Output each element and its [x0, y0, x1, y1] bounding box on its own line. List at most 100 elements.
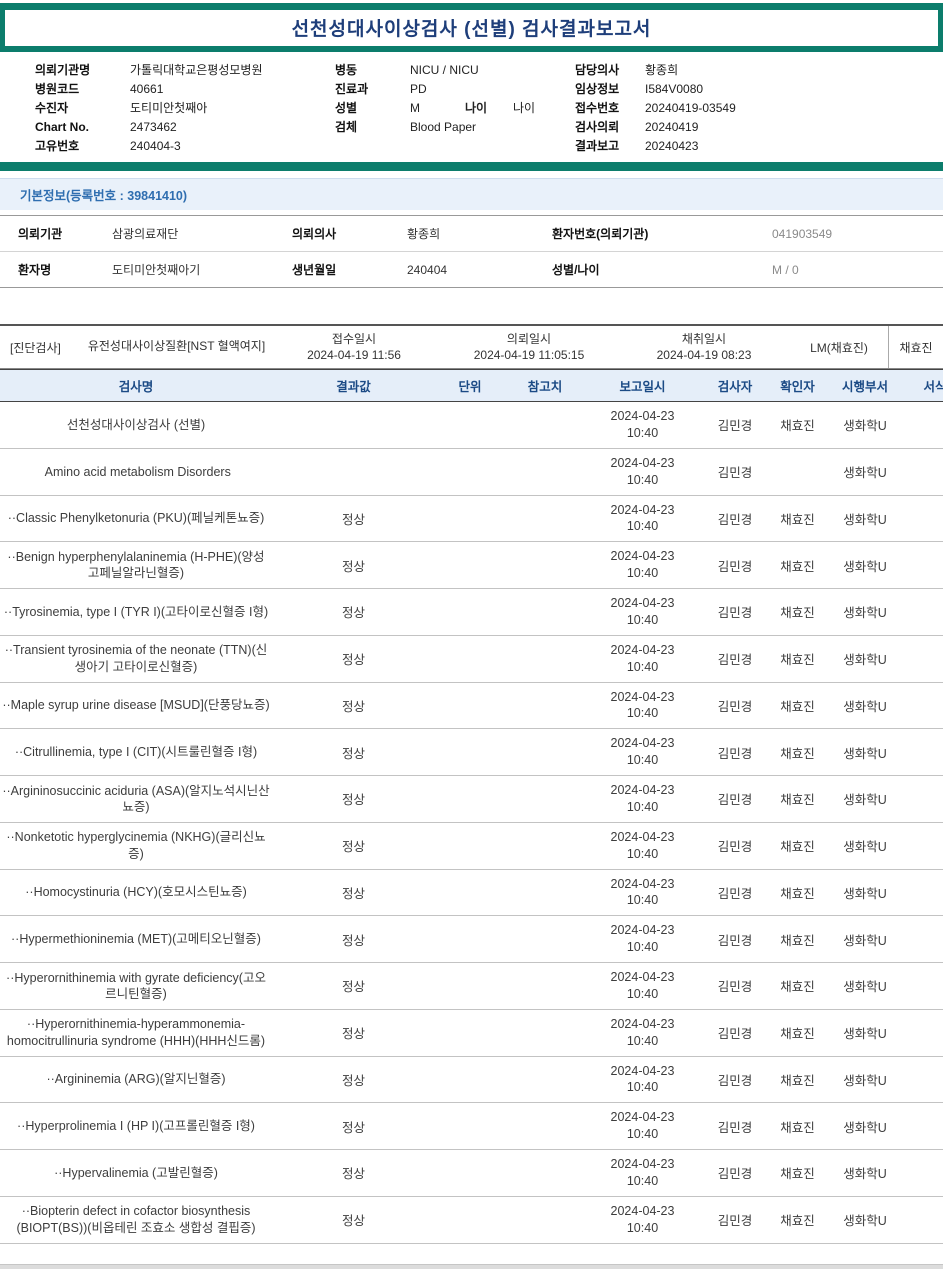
test-reference	[505, 682, 585, 730]
report-date: 2024-04-23	[610, 596, 675, 610]
test-reference	[505, 541, 585, 589]
report-date: 2024-04-23	[610, 736, 675, 751]
table-row: 선천성대사이상검사 (선별) 2024-04-23 10:40 김민경 채효진 …	[0, 401, 943, 449]
field-label: 검체	[335, 120, 358, 134]
report-banner: 선천성대사이상검사 (선별) 검사결과보고서	[0, 3, 943, 52]
form-cell	[905, 962, 943, 1010]
report-date: 2024-04-23	[610, 829, 675, 844]
diagnosis-tag: [진단검사]	[10, 340, 61, 355]
confirmer: 채효진	[770, 541, 825, 589]
report-date: 2024-04-23	[610, 502, 675, 517]
test-name: ··Citrullinemia, type I (CIT)(시트룰린혈증 I형)	[0, 728, 272, 776]
form-cell	[905, 1009, 943, 1057]
test-reference	[505, 588, 585, 636]
tester: 김민경	[700, 401, 770, 449]
confirmer: 채효진	[770, 588, 825, 636]
field-value: 20240423	[645, 139, 699, 153]
field-label: 생년월일	[292, 263, 337, 277]
dept: 생화학U	[825, 682, 905, 730]
form-cell	[905, 588, 943, 636]
field-label: 검사의뢰	[575, 120, 620, 134]
test-unit	[435, 635, 505, 683]
test-result: 정상	[272, 915, 435, 963]
test-reference	[505, 962, 585, 1010]
age-label: 나이	[465, 101, 488, 115]
field-value: 40661	[130, 82, 164, 96]
test-unit	[435, 1102, 505, 1150]
form-cell	[905, 915, 943, 963]
test-result: 정상	[272, 495, 435, 543]
test-unit	[435, 448, 505, 496]
field-value: 20240419	[645, 120, 699, 134]
col-header-report-datetime: 보고일시	[585, 369, 700, 402]
test-unit	[435, 1149, 505, 1197]
test-name: 선천성대사이상검사 (선별)	[0, 401, 272, 449]
table-row: ··Argininosuccinic aciduria (ASA)(알지노석시닌…	[0, 775, 943, 823]
report-date: 2024-04-23	[610, 1110, 675, 1125]
field-value: M / 0	[772, 262, 799, 277]
table-row: ··Tyrosinemia, type I (TYR I)(고타이로신혈증 I형…	[0, 588, 943, 636]
col-header-reference: 참고치	[505, 369, 585, 402]
dept: 생화학U	[825, 775, 905, 823]
test-unit	[435, 495, 505, 543]
report-time: 10:40	[626, 893, 659, 908]
form-cell	[905, 728, 943, 776]
field-value: Blood Paper	[410, 120, 477, 134]
dept: 생화학U	[825, 1102, 905, 1150]
test-unit	[435, 775, 505, 823]
field-value: 240404	[407, 262, 448, 277]
field-value: 가톨릭대학교은평성모병원	[130, 63, 263, 77]
field-label: 의뢰기관명	[35, 63, 91, 77]
dept: 생화학U	[825, 588, 905, 636]
confirmer: 채효진	[770, 1102, 825, 1150]
form-cell	[905, 448, 943, 496]
report-datetime: 2024-04-23 10:40	[585, 682, 700, 730]
report-date: 2024-04-23	[610, 876, 675, 891]
test-name: ··Tyrosinemia, type I (TYR I)(고타이로신혈증 I형…	[0, 588, 272, 636]
test-unit	[435, 1196, 505, 1244]
field-label: 병원코드	[35, 82, 80, 96]
form-cell	[905, 1056, 943, 1104]
tester: 김민경	[700, 775, 770, 823]
confirmer: 채효진	[770, 1056, 825, 1104]
results-body: 선천성대사이상검사 (선별) 2024-04-23 10:40 김민경 채효진 …	[0, 401, 943, 1244]
dept: 생화학U	[825, 1196, 905, 1244]
tester: 김민경	[700, 495, 770, 543]
report-date: 2024-04-23	[610, 642, 675, 657]
confirmer: 채효진	[770, 915, 825, 963]
test-reference	[505, 915, 585, 963]
form-cell	[905, 822, 943, 870]
collect-time: 2024-04-19 08:23	[656, 348, 752, 362]
test-name: ··Homocystinuria (HCY)(호모시스틴뇨증)	[0, 869, 272, 917]
report-time: 10:40	[626, 846, 659, 861]
tester: 김민경	[700, 682, 770, 730]
results-header-row: 검사명 결과값 단위 참고치 보고일시 검사자 확인자 시행부서 서식	[0, 369, 943, 402]
report-time: 10:40	[626, 1173, 659, 1188]
test-name: ··Argininosuccinic aciduria (ASA)(알지노석시닌…	[0, 775, 272, 823]
tester: 김민경	[700, 869, 770, 917]
report-datetime: 2024-04-23 10:40	[585, 1056, 700, 1104]
bottom-divider	[0, 1263, 943, 1269]
test-reference	[505, 635, 585, 683]
col-header-confirmer: 확인자	[770, 369, 825, 402]
table-row: ··Transient tyrosinemia of the neonate (…	[0, 635, 943, 683]
report-time: 10:40	[626, 706, 659, 721]
tester: 김민경	[700, 1056, 770, 1104]
test-name: ··Biopterin defect in cofactor biosynthe…	[0, 1196, 272, 1244]
field-label: 담당의사	[575, 63, 620, 77]
field-label: 결과보고	[575, 139, 620, 153]
col-header-form: 서식	[905, 369, 943, 402]
report-date: 2024-04-23	[610, 970, 675, 984]
test-reference	[505, 1149, 585, 1197]
field-label: 병동	[335, 63, 358, 77]
confirmer	[770, 448, 825, 496]
field-value: 240404-3	[130, 139, 181, 153]
collector: LM(채효진)	[810, 340, 868, 355]
tester: 김민경	[700, 915, 770, 963]
table-row: ··Argininemia (ARG)(알지닌혈증) 정상 2024-04-23…	[0, 1056, 943, 1104]
test-result: 정상	[272, 682, 435, 730]
dept: 생화학U	[825, 1149, 905, 1197]
dept: 생화학U	[825, 401, 905, 449]
table-row: ··Hypermethioninemia (MET)(고메티오닌혈증) 정상 2…	[0, 915, 943, 963]
report-title: 선천성대사이상검사 (선별) 검사결과보고서	[291, 19, 652, 40]
